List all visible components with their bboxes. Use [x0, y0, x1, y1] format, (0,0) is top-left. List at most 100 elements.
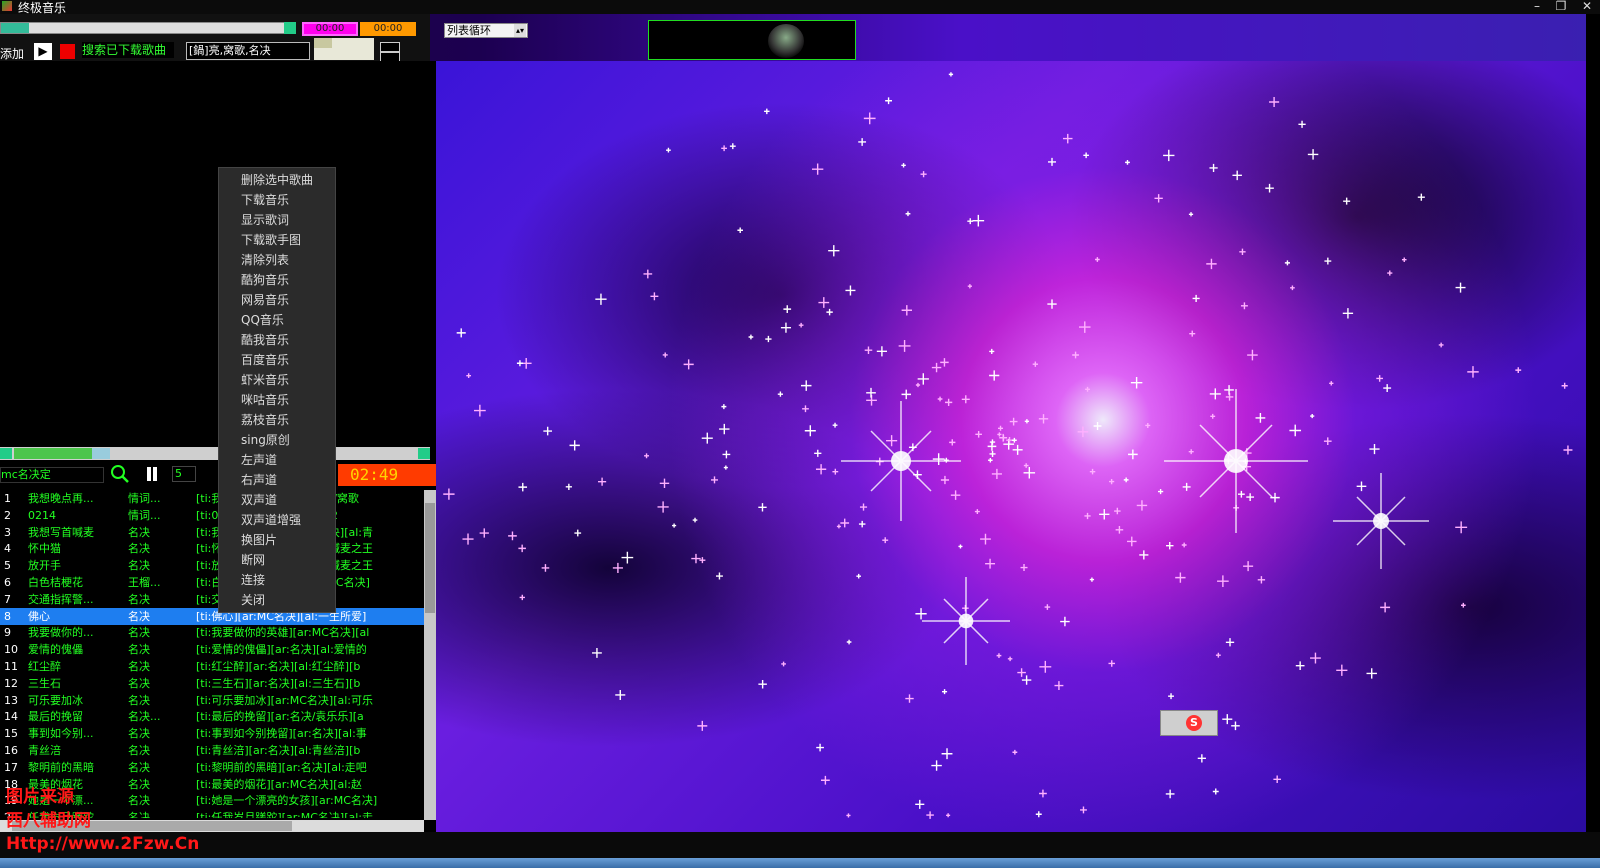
- play-button[interactable]: ▶: [34, 43, 52, 60]
- star: [859, 503, 868, 511]
- context-menu-item[interactable]: 咪咕音乐: [219, 390, 335, 410]
- star: [967, 218, 974, 225]
- context-menu-item[interactable]: 下载音乐: [219, 190, 335, 210]
- star: [1009, 417, 1018, 426]
- restore-button[interactable]: ❐: [1552, 0, 1570, 14]
- search-downloaded-button[interactable]: 搜索已下载歌曲: [82, 42, 174, 58]
- seek-start-button[interactable]: [0, 448, 12, 459]
- playlist-row[interactable]: 5放开手名决[ti:放开手][ar:MC名决][al:喊麦之王: [0, 557, 424, 574]
- star: [866, 387, 876, 398]
- row-title: 最后的挽留: [28, 710, 83, 724]
- star: [1181, 542, 1187, 548]
- playlist-row[interactable]: 15 事到如今别... 名决 [ti:事到如今别挽留][ar:名决][al:事: [0, 725, 424, 742]
- minimize-button[interactable]: –: [1528, 0, 1546, 14]
- context-menu-item[interactable]: QQ音乐: [219, 310, 335, 330]
- star: [1215, 652, 1221, 658]
- star: [932, 453, 945, 465]
- playlist-row[interactable]: 3我想写首喊麦名决[ti:我想写首喊麦][ar:MC名决][al:青: [0, 524, 424, 541]
- top-progress-end-button[interactable]: [284, 22, 296, 34]
- context-menu-item[interactable]: 删除选中歌曲: [219, 170, 335, 190]
- context-menu-item[interactable]: 酷狗音乐: [219, 270, 335, 290]
- star: [1307, 149, 1319, 160]
- context-menu-item[interactable]: 荔枝音乐: [219, 410, 335, 430]
- chevron-updown-icon[interactable]: ▴▾: [514, 24, 526, 37]
- star: [1240, 302, 1248, 310]
- star: [1125, 159, 1130, 165]
- context-menu-item[interactable]: 左声道: [219, 450, 335, 470]
- star: [1336, 664, 1348, 676]
- mini-button-top[interactable]: [380, 42, 400, 52]
- star: [1017, 668, 1026, 677]
- flare-rays: [1164, 389, 1308, 533]
- search-input[interactable]: [鍋]亮,窝歌,名决: [186, 42, 310, 60]
- pause-button[interactable]: [142, 465, 162, 483]
- context-menu-item[interactable]: 百度音乐: [219, 350, 335, 370]
- star: [508, 531, 517, 541]
- row-artist: 情词...: [128, 508, 161, 522]
- context-menu-item[interactable]: 换图片: [219, 530, 335, 550]
- context-menu-item[interactable]: 下载歌手图: [219, 230, 335, 250]
- star: [1209, 388, 1221, 400]
- star: [518, 482, 528, 492]
- row-title: 放开手: [28, 559, 61, 573]
- playlist-row[interactable]: 16 青丝涪 名决 [ti:青丝涪][ar:名决][al:青丝涪][b: [0, 742, 424, 759]
- playlist-row[interactable]: 12 三生石 名决 [ti:三生石][ar:名决][al:三生石][b: [0, 675, 424, 692]
- playlist-row[interactable]: 14 最后的挽留 名决... [ti:最后的挽留][ar:名决/袁乐乐][a: [0, 708, 424, 725]
- playlist-row[interactable]: 13 可乐要加冰 名决 [ti:可乐要加冰][ar:MC名决][al:可乐: [0, 692, 424, 709]
- playlist-row[interactable]: 9 我要做你的... 名决 [ti:我要做你的英雄][ar:MC名决][al: [0, 624, 424, 641]
- star: [1298, 120, 1306, 128]
- context-menu-item[interactable]: 清除列表: [219, 250, 335, 270]
- context-menu-item[interactable]: 显示歌词: [219, 210, 335, 230]
- star: [1239, 248, 1246, 255]
- context-menu-item[interactable]: 虾米音乐: [219, 370, 335, 390]
- context-menu-item[interactable]: 连接: [219, 570, 335, 590]
- add-button[interactable]: 添加: [0, 45, 24, 62]
- star: [1038, 414, 1049, 424]
- now-playing-field[interactable]: mc名决定: [0, 467, 104, 483]
- star: [1212, 788, 1219, 795]
- count-field[interactable]: 5: [172, 466, 196, 482]
- context-menu-item[interactable]: 网易音乐: [219, 290, 335, 310]
- stop-button[interactable]: [60, 44, 75, 59]
- context-menu-item[interactable]: sing原创: [219, 430, 335, 450]
- star: [1563, 445, 1573, 455]
- star: [1012, 444, 1023, 455]
- context-menu-item[interactable]: 双声道: [219, 490, 335, 510]
- star: [777, 391, 784, 397]
- seek-thumb[interactable]: [92, 448, 110, 459]
- star: [1024, 419, 1030, 424]
- star: [598, 477, 607, 486]
- playlist-row[interactable]: 7交通指挥警...名决[ti:交通指挥警曲][by:][off: [0, 591, 424, 608]
- star: [1021, 675, 1032, 685]
- row-artist: 名决: [128, 676, 150, 690]
- context-menu-item[interactable]: 关闭: [219, 590, 335, 610]
- star: [1157, 488, 1164, 495]
- playlist-row[interactable]: 17 黎明前的黑暗 名决 [ti:黎明前的黑暗][ar:名决][al:走吧: [0, 759, 424, 776]
- star: [905, 211, 911, 217]
- search-icon[interactable]: [110, 464, 130, 484]
- context-menu-item[interactable]: 双声道增强: [219, 510, 335, 530]
- playlist-row[interactable]: 1我想晚点再...情词...[ti:我想晚点再...][ar:情词亮/窝歌: [0, 490, 424, 507]
- playlist-row[interactable]: 6白色桔梗花王榴...[ti:白色桔梗花][ar:王榴天/MC名决]: [0, 574, 424, 591]
- star: [1188, 212, 1194, 217]
- context-menu-item[interactable]: 右声道: [219, 470, 335, 490]
- star: [1243, 561, 1254, 572]
- playlist-row[interactable]: 10 爱情的傀儡 名决 [ti:爱情的傀儡][ar:名决][al:爱情的: [0, 641, 424, 658]
- star: [1095, 257, 1100, 262]
- playlist-row[interactable]: 20214情词...[ti:0214][ar:MC名决][al:02: [0, 507, 424, 524]
- playlist-scroll-thumb[interactable]: [425, 503, 435, 613]
- playlist-row[interactable]: 11 红尘醉 名决 [ti:红尘醉][ar:名决][al:红尘醉][b: [0, 658, 424, 675]
- playlist-row[interactable]: 4怀中猫名决[ti:怀中猫][ar:MC名决][al:喊麦之王: [0, 540, 424, 557]
- close-button[interactable]: ✕: [1578, 0, 1596, 14]
- ime-logo-icon[interactable]: S: [1186, 715, 1202, 731]
- star: [1295, 661, 1305, 671]
- top-progress-bar[interactable]: [0, 22, 296, 34]
- seek-end-button[interactable]: [418, 448, 430, 459]
- row-title: 交通指挥警...: [28, 592, 94, 606]
- row-number: 10: [4, 643, 18, 657]
- context-menu-item[interactable]: 酷我音乐: [219, 330, 335, 350]
- star: [1060, 616, 1070, 627]
- star: [937, 396, 943, 402]
- playlist-row[interactable]: 8 佛心 名决 [ti:佛心][ar:MC名决][al:一生所爱]: [0, 607, 424, 625]
- context-menu-item[interactable]: 断网: [219, 550, 335, 570]
